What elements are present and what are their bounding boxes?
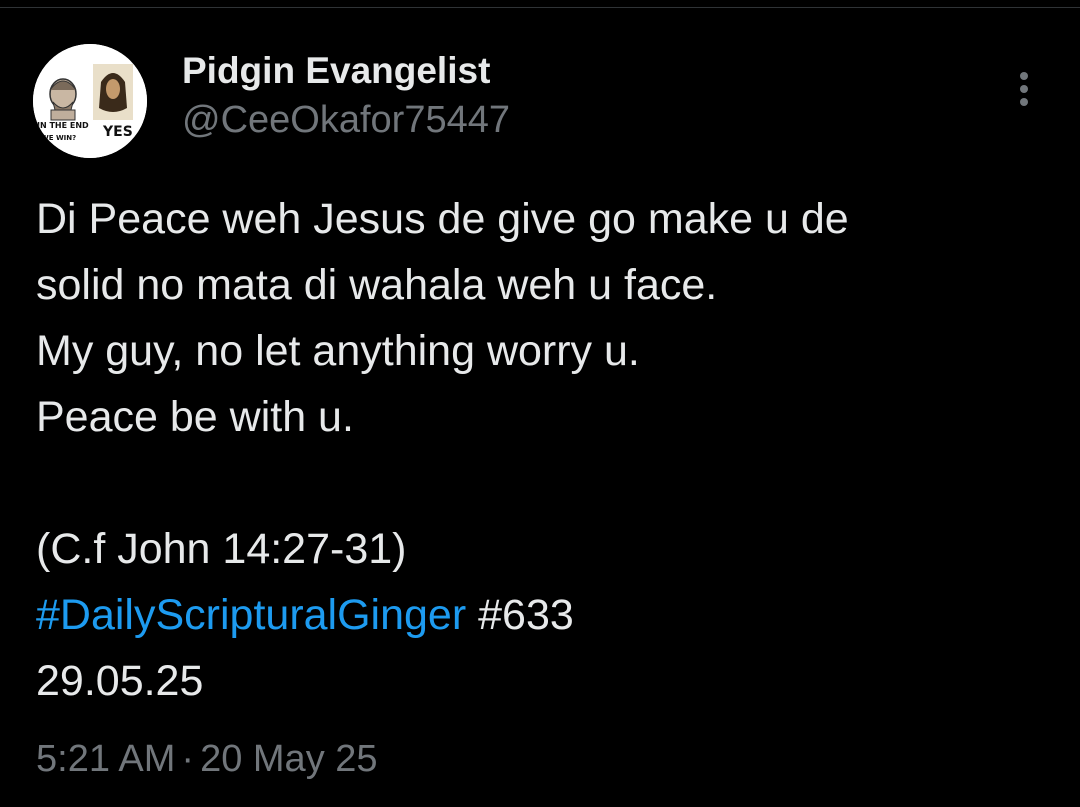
- svg-text:YES: YES: [102, 124, 133, 140]
- top-divider: [0, 0, 1080, 8]
- svg-text:WE WIN?: WE WIN?: [41, 134, 76, 142]
- svg-text:IN THE END: IN THE END: [37, 121, 89, 130]
- tweet-time: 5:21 AM: [36, 738, 176, 780]
- tweet-date: 20 May 25: [200, 738, 378, 780]
- tweet-line: Di Peace weh Jesus de give go make u de: [36, 195, 849, 243]
- meta-separator: ·: [181, 738, 195, 780]
- hashtag-line: #DailyScripturalGinger #633: [36, 582, 1046, 648]
- tweet-text: Di Peace weh Jesus de give go make u de …: [36, 186, 1046, 714]
- avatar[interactable]: IN THE END WE WIN? YES: [33, 44, 147, 158]
- avatar-right-figure-icon: [93, 64, 133, 120]
- more-vertical-icon: [1020, 72, 1028, 106]
- number-tag: #633: [478, 591, 574, 639]
- avatar-image: IN THE END WE WIN? YES: [33, 44, 147, 158]
- tweet-timestamp[interactable]: 5:21 AM · 20 May 25: [36, 738, 378, 781]
- tweet-line: Peace be with u.: [36, 393, 354, 441]
- display-name[interactable]: Pidgin Evangelist: [182, 50, 490, 92]
- scripture-reference: (C.f John 14:27-31): [36, 525, 407, 573]
- hashtag-link[interactable]: #DailyScripturalGinger: [36, 591, 466, 639]
- tweet-line: solid no mata di wahala weh u face.: [36, 261, 718, 309]
- more-options-button[interactable]: [1004, 66, 1044, 112]
- avatar-left-figure-icon: [49, 78, 77, 121]
- user-handle[interactable]: @CeeOkafor75447: [182, 99, 510, 142]
- tweet-line: My guy, no let anything worry u.: [36, 327, 640, 375]
- date-line: 29.05.25: [36, 657, 204, 705]
